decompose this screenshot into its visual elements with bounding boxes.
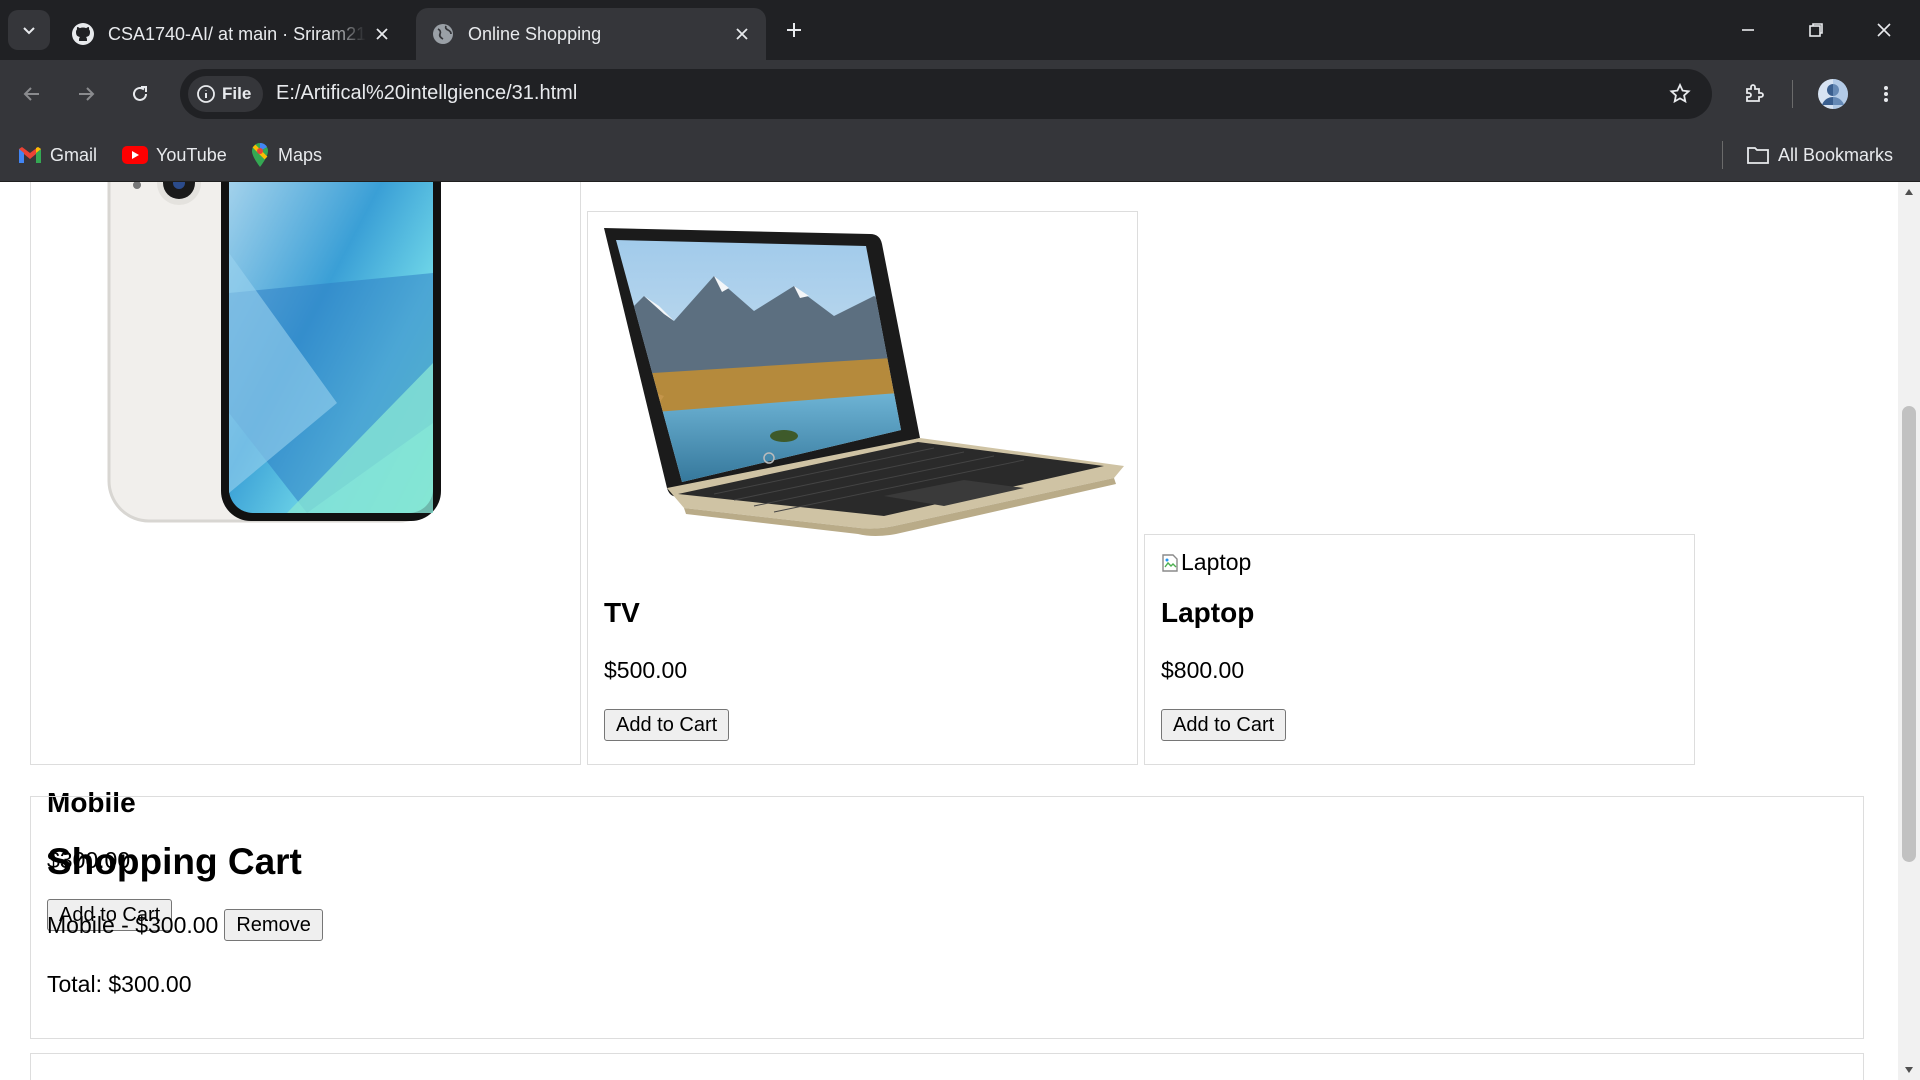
broken-image: Laptop	[1161, 549, 1251, 576]
bookmark-gmail[interactable]: Gmail	[18, 141, 97, 169]
bookmarks-bar: Gmail YouTube Maps All Bookmarks	[0, 128, 1920, 182]
scroll-up-icon[interactable]	[1898, 182, 1920, 202]
tab-title: CSA1740-AI/ at main · Sriram21	[108, 23, 366, 44]
page-scrollbar[interactable]	[1898, 182, 1920, 1080]
close-window-button[interactable]	[1850, 0, 1918, 60]
bookmark-label: YouTube	[156, 144, 227, 165]
all-bookmarks-button[interactable]: All Bookmarks	[1746, 141, 1893, 169]
all-bookmarks-label: All Bookmarks	[1778, 144, 1894, 165]
extensions-button[interactable]	[1734, 74, 1774, 114]
chevron-down-icon	[23, 27, 35, 35]
next-section	[30, 1053, 1864, 1080]
browser-toolbar: File E:/Artifical%20intellgience/31.html	[0, 60, 1920, 128]
product-price: $800.00	[1161, 657, 1245, 683]
tab-search-button[interactable]	[8, 10, 50, 50]
remove-button[interactable]: Remove	[224, 909, 323, 941]
plus-icon	[787, 23, 801, 37]
site-info-chip[interactable]: File	[188, 76, 264, 112]
add-to-cart-button[interactable]: Add to Cart	[604, 709, 730, 741]
maps-icon	[252, 142, 268, 167]
broken-image-icon	[1162, 553, 1178, 572]
youtube-icon	[122, 146, 148, 164]
cart-item: Mobile - $300.00 Remove	[47, 909, 323, 941]
restore-button[interactable]	[1782, 0, 1850, 60]
product-name: TV	[604, 597, 640, 628]
bookmarks-divider	[1722, 141, 1723, 169]
close-icon	[1877, 23, 1891, 37]
puzzle-icon	[1746, 84, 1764, 102]
restore-icon	[1809, 23, 1823, 37]
scroll-down-icon[interactable]	[1898, 1060, 1920, 1080]
minimize-button[interactable]	[1714, 0, 1782, 60]
add-to-cart-button[interactable]: Add to Cart	[1161, 709, 1287, 741]
cart-total: Total: $300.00	[47, 971, 192, 997]
close-tab-icon[interactable]	[366, 18, 398, 50]
profile-avatar[interactable]	[1813, 74, 1853, 114]
product-name: Laptop	[1161, 597, 1255, 628]
toolbar-divider	[1792, 80, 1793, 108]
cart-item-text: Mobile - $300.00	[47, 911, 219, 938]
info-icon	[197, 85, 215, 103]
phone-image	[107, 182, 441, 523]
product-card-tv: TV $500.00 Add to Cart	[587, 211, 1138, 765]
tab-online-shopping[interactable]: Online Shopping	[416, 8, 766, 60]
reload-icon	[133, 86, 147, 101]
bookmark-label: Gmail	[50, 144, 98, 165]
scroll-thumb[interactable]	[1902, 406, 1916, 862]
folder-icon	[1747, 147, 1769, 164]
bookmark-maps[interactable]: Maps	[250, 141, 322, 169]
avatar-icon	[1818, 79, 1848, 109]
address-bar[interactable]: File E:/Artifical%20intellgience/31.html	[180, 69, 1712, 119]
site-info-label: File	[222, 84, 252, 103]
reload-button[interactable]	[120, 74, 160, 114]
shopping-cart: Shopping Cart Mobile - $300.00 Remove To…	[30, 796, 1864, 1039]
cart-title: Shopping Cart	[47, 841, 302, 882]
image-alt-text: Laptop	[1181, 549, 1252, 575]
forward-button[interactable]	[66, 74, 106, 114]
laptop-image	[604, 228, 1124, 536]
gmail-icon	[19, 147, 41, 163]
product-card-laptop: Laptop Laptop $800.00 Add to Cart	[1144, 534, 1695, 765]
github-icon	[70, 21, 96, 47]
tab-title: Online Shopping	[468, 23, 602, 44]
product-card-mobile: Mobile $300.00 Add to Cart	[30, 182, 581, 931]
bookmark-label: Maps	[278, 144, 323, 165]
tab-github[interactable]: CSA1740-AI/ at main · Sriram21	[56, 8, 406, 60]
forward-arrow-icon	[79, 87, 95, 101]
more-vert-icon	[1884, 86, 1888, 102]
bookmark-star-icon[interactable]	[1666, 80, 1694, 108]
back-arrow-icon	[23, 87, 39, 101]
back-button[interactable]	[12, 74, 52, 114]
url-text[interactable]: E:/Artifical%20intellgience/31.html	[276, 82, 577, 105]
menu-button[interactable]	[1866, 74, 1906, 114]
product-price: $500.00	[604, 657, 688, 683]
globe-icon	[430, 21, 456, 47]
close-tab-icon[interactable]	[726, 18, 758, 50]
minimize-icon	[1742, 29, 1754, 31]
new-tab-button[interactable]	[778, 14, 810, 46]
tab-strip: CSA1740-AI/ at main · Sriram21 Online Sh…	[0, 0, 1920, 60]
page-viewport: Mobile $300.00 Add to Cart TV $500.00 Ad…	[0, 182, 1898, 1080]
bookmark-youtube[interactable]: YouTube	[122, 141, 227, 169]
